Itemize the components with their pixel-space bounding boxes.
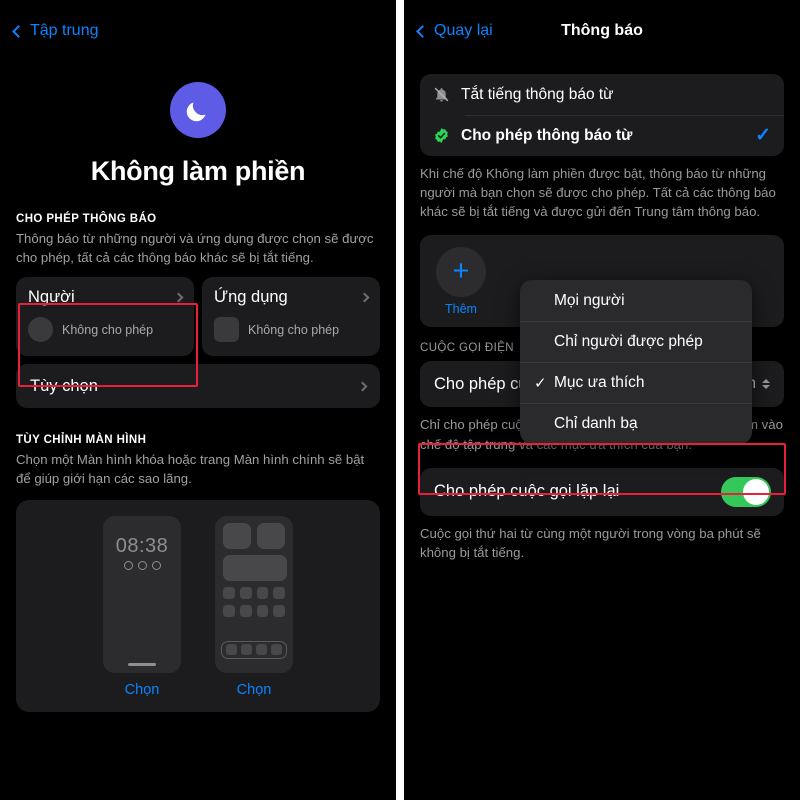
repeated-calls-toggle[interactable] bbox=[721, 476, 771, 507]
home-screen-mockup bbox=[215, 515, 293, 673]
back-button-focus[interactable]: Tập trung bbox=[12, 22, 99, 40]
panel-divider bbox=[396, 0, 404, 800]
notification-source-cards: Người Không cho phép Ứng dụng Không cho … bbox=[16, 277, 380, 357]
menu-item-label: Mọi người bbox=[554, 291, 625, 309]
bell-slash-icon bbox=[433, 86, 450, 103]
menu-item-contacts-only[interactable]: Chỉ danh bạ bbox=[520, 403, 752, 444]
home-screen-dock bbox=[221, 640, 287, 659]
back-button-label: Tập trung bbox=[30, 22, 99, 39]
back-button-notifications[interactable]: Quay lại bbox=[416, 22, 493, 40]
lock-screen-time: 08:38 bbox=[115, 534, 169, 557]
calls-from-popup-menu: Mọi người Chỉ người được phép ✓ Mục ưa t… bbox=[520, 280, 752, 444]
repeated-calls-row[interactable]: Cho phép cuộc gọi lặp lại bbox=[420, 467, 784, 516]
apps-card[interactable]: Ứng dụng Không cho phép bbox=[202, 277, 380, 357]
option-allow-check: ✓ bbox=[755, 125, 771, 146]
menu-item-allowed-people[interactable]: Chỉ người được phép bbox=[520, 321, 752, 362]
left-phone-screen: Tập trung Không làm phiền CHO PHÉP THÔNG… bbox=[0, 0, 396, 800]
option-allow-label: Cho phép thông báo từ bbox=[461, 126, 633, 144]
section-header-notifications: CHO PHÉP THÔNG BÁO bbox=[16, 213, 157, 225]
people-card[interactable]: Người Không cho phép bbox=[16, 277, 194, 357]
section-header-screens: TÙY CHỈNH MÀN HÌNH bbox=[16, 434, 147, 447]
home-indicator bbox=[128, 662, 156, 666]
lock-screen-widgets bbox=[103, 560, 181, 570]
repeated-calls-description: Cuộc gọi thứ hai từ cùng một người trong… bbox=[420, 525, 761, 560]
choose-lock-screen-button[interactable]: Chọn bbox=[125, 682, 160, 698]
add-person-label: Thêm bbox=[445, 301, 477, 316]
repeated-calls-label: Cho phép cuộc gọi lặp lại bbox=[434, 482, 620, 501]
screen-previews: 08:38 Chọn Chọn bbox=[16, 499, 380, 712]
notification-mode-group: Tắt tiếng thông báo từ Cho phép thông bá… bbox=[420, 74, 784, 156]
apps-card-subtitle: Không cho phép bbox=[248, 322, 340, 337]
right-navbar: Quay lại Thông báo bbox=[404, 0, 800, 62]
chevron-right-icon bbox=[359, 292, 370, 303]
right-phone-screen: Quay lại Thông báo Tắt tiếng thông báo t… bbox=[404, 0, 800, 800]
chevron-right-icon bbox=[173, 292, 184, 303]
green-check-badge-icon bbox=[433, 127, 450, 144]
choose-home-screen-button[interactable]: Chọn bbox=[237, 682, 272, 698]
chevron-left-icon bbox=[12, 24, 25, 38]
menu-item-label: Chỉ danh bạ bbox=[554, 414, 638, 432]
section-description-screens: Chọn một Màn hình khóa hoặc trang Màn hì… bbox=[16, 452, 365, 487]
chevron-left-icon bbox=[416, 24, 429, 38]
option-mute-label: Tắt tiếng thông báo từ bbox=[461, 85, 614, 103]
people-card-subtitle: Không cho phép bbox=[62, 322, 154, 337]
customize-screens-section: TÙY CHỈNH MÀN HÌNH Chọn một Màn hình khó… bbox=[0, 434, 396, 712]
back-button-label: Quay lại bbox=[434, 22, 493, 39]
page-title: Không làm phiền bbox=[90, 156, 306, 186]
home-screen-preview[interactable]: Chọn bbox=[215, 515, 293, 698]
avatar bbox=[28, 317, 53, 343]
app-icon-placeholder bbox=[214, 317, 239, 343]
options-row-label: Tùy chọn bbox=[30, 376, 98, 395]
apps-card-title: Ứng dụng bbox=[214, 288, 288, 307]
menu-item-tick: ✓ bbox=[534, 374, 547, 392]
focus-hero: Không làm phiền bbox=[0, 82, 396, 187]
chevron-right-icon bbox=[357, 381, 368, 392]
add-person-button[interactable]: + Thêm bbox=[436, 246, 486, 316]
option-allow-notifications[interactable]: Cho phép thông báo từ ✓ bbox=[420, 115, 784, 156]
moon-icon bbox=[170, 82, 226, 138]
menu-item-label: Chỉ người được phép bbox=[554, 332, 703, 350]
lock-screen-preview[interactable]: 08:38 Chọn bbox=[103, 515, 181, 698]
options-row[interactable]: Tùy chọn bbox=[16, 364, 380, 409]
plus-icon: + bbox=[436, 246, 486, 297]
menu-item-label: Mục ưa thích bbox=[554, 373, 645, 391]
people-card-title: Người bbox=[28, 288, 75, 307]
up-down-chevron-icon bbox=[762, 379, 770, 390]
menu-item-favorites[interactable]: ✓ Mục ưa thích bbox=[520, 362, 752, 403]
option-mute-notifications[interactable]: Tắt tiếng thông báo từ bbox=[420, 74, 784, 115]
left-navbar: Tập trung bbox=[0, 0, 396, 62]
screenshot-root: Tập trung Không làm phiền CHO PHÉP THÔNG… bbox=[0, 0, 800, 800]
section-description-notifications: Thông báo từ những người và ứng dụng đượ… bbox=[16, 231, 374, 266]
home-screen-grid bbox=[215, 516, 293, 617]
menu-item-everyone[interactable]: Mọi người bbox=[520, 280, 752, 321]
allow-notifications-section: CHO PHÉP THÔNG BÁO Thông báo từ những ng… bbox=[0, 213, 396, 409]
mode-description: Khi chế độ Không làm phiền được bật, thô… bbox=[420, 166, 776, 220]
lock-screen-mockup: 08:38 bbox=[103, 515, 181, 673]
